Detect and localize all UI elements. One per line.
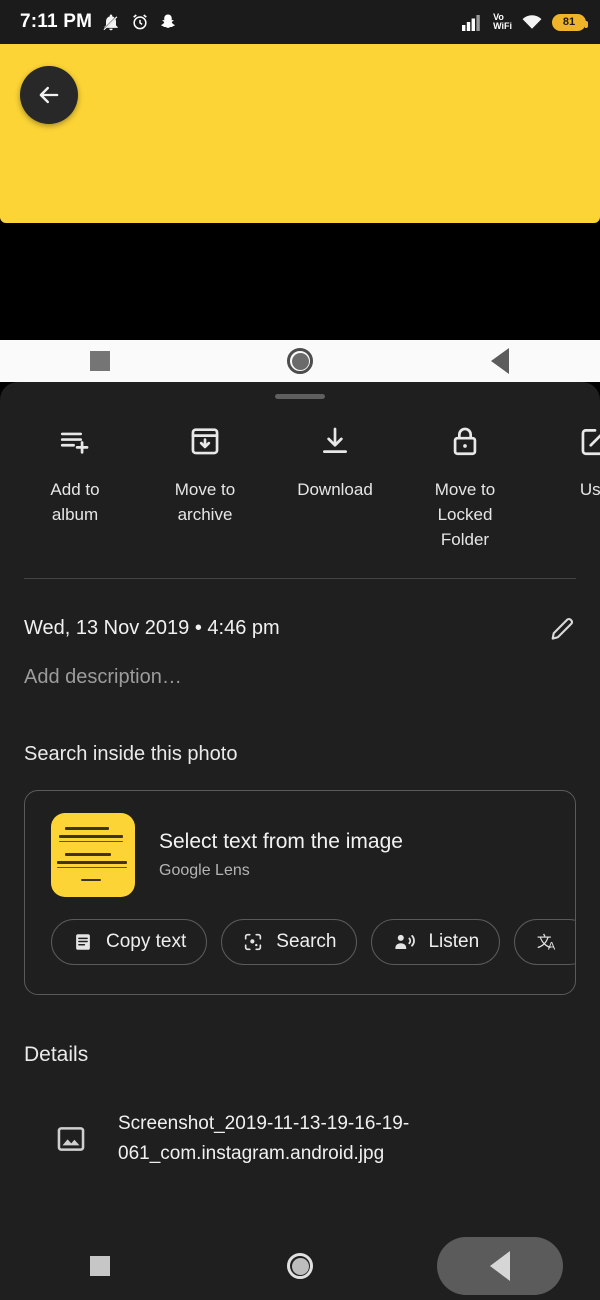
chip-search[interactable]: Search (221, 919, 358, 965)
photo-viewer (0, 44, 600, 340)
status-bar-clock: 7:11 PM (20, 11, 93, 32)
action-move-to-archive[interactable]: Move to archive (140, 421, 270, 552)
action-download[interactable]: Download (270, 421, 400, 552)
photo-image[interactable] (0, 44, 600, 223)
lens-chip-row: Copy text Search Listen 文 A (25, 897, 575, 965)
listen-icon (395, 934, 416, 950)
nav-back-behind[interactable] (400, 348, 600, 374)
edit-date-button[interactable] (548, 615, 576, 648)
photo-date: Wed, 13 Nov 2019 • 4:46 pm (24, 617, 280, 639)
lens-card-subtitle: Google Lens (159, 862, 250, 879)
svg-text:A: A (548, 940, 556, 952)
signal-bars-icon (462, 15, 480, 31)
action-label: Download (297, 480, 373, 499)
chip-copy-text[interactable]: Copy text (51, 919, 208, 965)
nav-back-button[interactable] (400, 1237, 600, 1295)
file-name: Screenshot_2019-11-13-19-16-19-061_com.i… (118, 1113, 410, 1164)
status-bar: 7:11 PM Vo WiFi 81 (0, 0, 600, 44)
action-move-to-locked-folder[interactable]: Move to Locked Folder (400, 421, 530, 552)
status-bar-right: Vo WiFi 81 (462, 13, 588, 31)
alarm-clock-icon (133, 14, 147, 30)
details-title: Details (24, 1043, 89, 1066)
chip-label: Listen (428, 931, 480, 952)
action-label: Move to archive (174, 480, 236, 524)
action-label: Move to Locked Folder (434, 480, 496, 549)
description-input[interactable]: Add description… (0, 648, 600, 689)
chip-label: Copy text (106, 931, 187, 952)
image-file-icon (24, 1122, 118, 1156)
back-button-pressed[interactable] (437, 1237, 563, 1295)
lens-card-header: Select text from the image Google Lens (25, 791, 575, 897)
battery-icon: 81 (552, 13, 588, 31)
lens-search-icon (245, 933, 262, 951)
system-nav-behind (0, 340, 600, 382)
snapchat-icon (161, 14, 175, 28)
nav-home-behind[interactable] (200, 348, 400, 374)
vowifi-icon: Vo WiFi (493, 13, 512, 31)
battery-level: 81 (562, 15, 576, 28)
action-row: Add to album Move to archive Download Mo… (0, 399, 600, 552)
archive-icon (188, 421, 222, 461)
pencil-icon (551, 617, 574, 640)
bottom-system-nav (0, 1232, 600, 1300)
circle-icon (287, 348, 313, 374)
status-bar-left: 7:11 PM (20, 11, 177, 33)
triangle-back-icon (490, 1251, 510, 1281)
nav-recents-button[interactable] (0, 1256, 200, 1276)
nav-home-button[interactable] (200, 1253, 400, 1279)
lock-icon (448, 421, 482, 461)
translate-icon: 文 A (537, 934, 556, 953)
square-icon (90, 351, 110, 371)
action-label: Use (579, 480, 600, 499)
google-lens-card[interactable]: Select text from the image Google Lens C… (24, 790, 576, 995)
bell-muted-icon (103, 14, 119, 31)
action-add-to-album[interactable]: Add to album (10, 421, 140, 552)
info-bottom-sheet: Add to album Move to archive Download Mo… (0, 382, 600, 1300)
yellow-note-thumbnail (51, 813, 135, 897)
download-icon (318, 421, 352, 461)
back-arrow-icon (39, 86, 59, 104)
wifi-icon (522, 15, 542, 29)
triangle-back-icon (491, 348, 509, 374)
action-use-as[interactable]: Use (530, 421, 600, 552)
chip-label: Search (276, 931, 337, 952)
nav-recents-behind[interactable] (0, 351, 200, 371)
search-section-title: Search inside this photo (24, 743, 238, 765)
date-row[interactable]: Wed, 13 Nov 2019 • 4:46 pm (0, 579, 600, 648)
back-button[interactable] (20, 66, 78, 124)
vowifi-line-2: WiFi (493, 21, 512, 31)
edit-square-icon (578, 421, 600, 461)
action-label: Add to album (50, 480, 100, 524)
chip-translate[interactable]: 文 A (514, 919, 575, 965)
detail-row-filename[interactable]: Screenshot_2019-11-13-19-16-19-061_com.i… (0, 1067, 600, 1169)
lens-card-title: Select text from the image (159, 830, 403, 853)
copy-text-icon (76, 934, 90, 950)
screen-root: 7:11 PM Vo WiFi 81 Add to album Move to … (0, 0, 600, 1300)
lens-card-text: Select text from the image Google Lens (159, 830, 403, 880)
playlist-add-icon (58, 421, 92, 461)
circle-icon (287, 1253, 313, 1279)
chip-listen[interactable]: Listen (371, 919, 501, 965)
square-icon (90, 1256, 110, 1276)
